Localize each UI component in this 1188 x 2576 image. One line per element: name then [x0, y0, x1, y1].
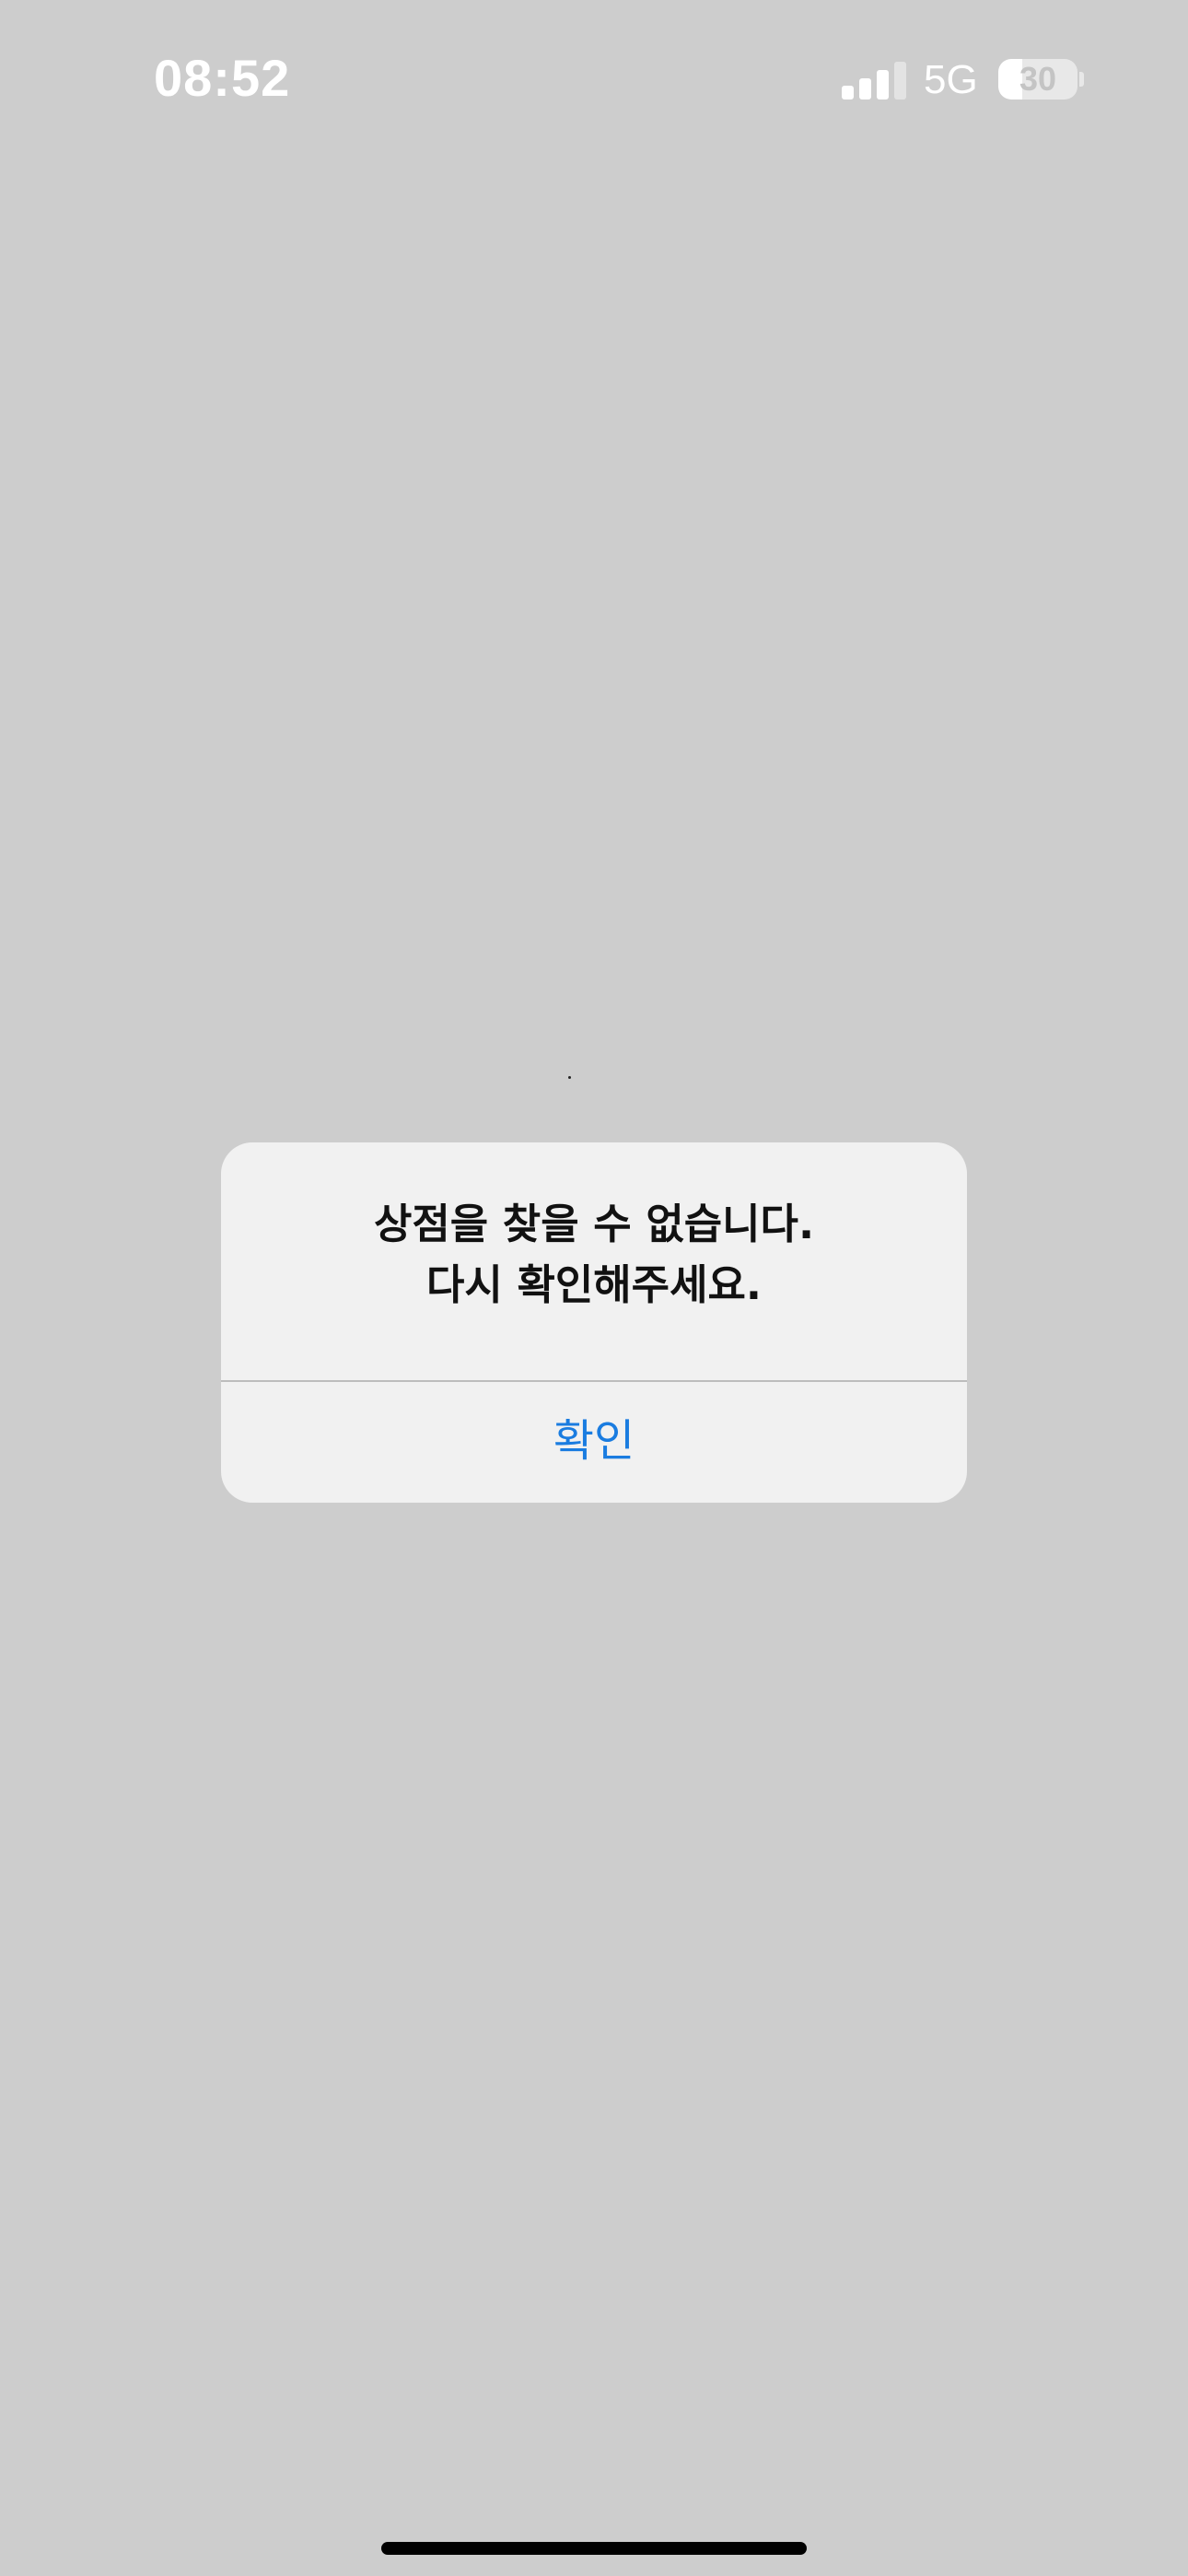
signal-bar	[859, 78, 871, 100]
alert-message-line2: 다시 확인해주세요.	[426, 1260, 762, 1309]
home-indicator[interactable]	[381, 2542, 807, 2555]
alert-message: 상점을 찾을 수 없습니다. 다시 확인해주세요.	[221, 1194, 967, 1316]
status-bar: 08:52 5G 30	[0, 0, 1188, 166]
signal-bar	[894, 62, 906, 100]
cellular-signal-icon	[842, 61, 906, 100]
battery-level: 30	[1019, 60, 1057, 98]
battery-icon: 30	[998, 59, 1077, 100]
signal-bar	[877, 70, 889, 100]
battery-cap	[1079, 72, 1084, 87]
signal-bar	[842, 86, 854, 100]
status-time: 08:52	[154, 49, 291, 107]
alert-message-line1: 상점을 찾을 수 없습니다.	[373, 1200, 815, 1248]
network-type: 5G	[924, 57, 978, 102]
loading-indicator	[568, 1076, 571, 1079]
alert-dialog: 상점을 찾을 수 없습니다. 다시 확인해주세요. 확인	[221, 1142, 967, 1503]
confirm-button[interactable]: 확인	[221, 1382, 967, 1503]
